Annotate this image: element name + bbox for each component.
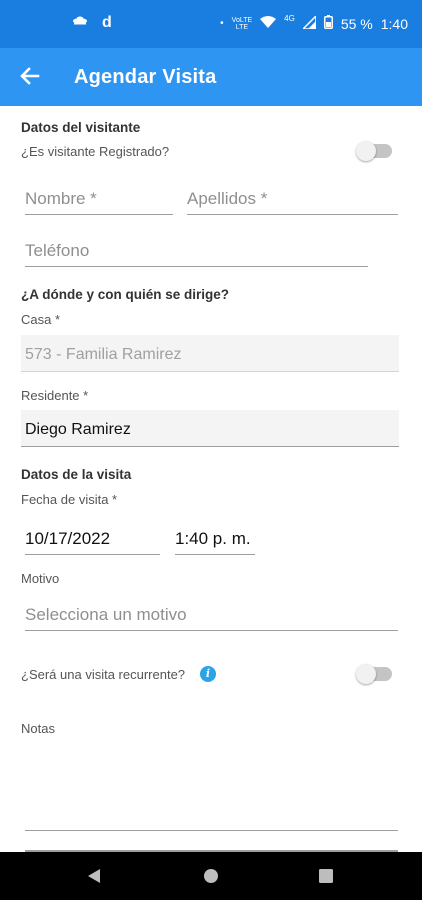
battery-icon xyxy=(323,15,333,32)
wifi-icon xyxy=(260,15,277,32)
visit-date-label: Fecha de visita * xyxy=(21,492,118,507)
destination-section-title: ¿A dónde y con quién se dirige? xyxy=(21,287,230,302)
reason-select[interactable]: Selecciona un motivo xyxy=(25,600,398,631)
registered-question-label: ¿Es visitante Registrado? xyxy=(21,144,170,159)
visitor-section-title: Datos del visitante xyxy=(21,120,141,135)
triangle-back-icon xyxy=(88,869,100,883)
battery-percent: 55 % xyxy=(340,15,373,32)
nav-back-button[interactable] xyxy=(86,868,102,889)
network-top-label: VoLTE xyxy=(231,16,253,24)
arrow-left-icon xyxy=(20,67,40,85)
network-bottom-label: LTE xyxy=(235,23,249,31)
recurring-question-label: ¿Será una visita recurrente? xyxy=(21,667,186,682)
app-bar: Agendar Visita xyxy=(0,48,422,106)
house-label: Casa * xyxy=(21,312,61,327)
system-navigation-bar xyxy=(0,852,422,900)
house-field: 573 - Familia Ramirez xyxy=(21,335,399,372)
first-name-input[interactable]: Nombre * xyxy=(25,184,173,215)
notes-label: Notas xyxy=(21,721,55,736)
status-bar-system: • VoLTE LTE 4G 55 % 1:40 xyxy=(220,13,408,32)
registered-visitor-toggle[interactable] xyxy=(356,141,392,161)
phone-input[interactable]: Teléfono xyxy=(25,236,368,267)
status-bar-notifications: d xyxy=(72,14,112,32)
visit-date-input[interactable]: 10/17/2022 xyxy=(25,524,160,555)
page-title: Agendar Visita xyxy=(74,66,217,88)
visit-section-title: Datos de la visita xyxy=(21,467,132,482)
visit-time-input[interactable]: 1:40 p. m. xyxy=(175,524,255,555)
status-dot: • xyxy=(220,18,224,29)
resident-label: Residente * xyxy=(21,388,89,403)
last-name-input[interactable]: Apellidos * xyxy=(187,184,398,215)
back-button[interactable] xyxy=(16,62,44,90)
resident-field[interactable]: Diego Ramirez xyxy=(21,410,399,447)
network-indicator: VoLTE LTE xyxy=(232,17,253,31)
reason-label: Motivo xyxy=(21,571,60,586)
signal-icon xyxy=(301,13,317,32)
nav-home-button[interactable] xyxy=(203,868,219,889)
cloud-icon xyxy=(72,14,88,32)
recurring-visit-toggle[interactable] xyxy=(356,664,392,684)
clock: 1:40 xyxy=(380,15,408,32)
circle-home-icon xyxy=(204,869,218,883)
notification-letter: d xyxy=(102,14,112,31)
toggle-knob xyxy=(356,664,376,684)
toggle-knob xyxy=(356,141,376,161)
square-recents-icon xyxy=(319,869,333,883)
notes-input[interactable] xyxy=(25,746,398,831)
visit-form: Datos del visitante ¿Es visitante Regist… xyxy=(0,106,422,852)
nav-recents-button[interactable] xyxy=(318,868,334,889)
signal-4g-label: 4G xyxy=(284,14,295,23)
info-icon[interactable]: i xyxy=(200,666,216,682)
status-bar: d • VoLTE LTE 4G 55 % 1:40 xyxy=(0,0,422,48)
